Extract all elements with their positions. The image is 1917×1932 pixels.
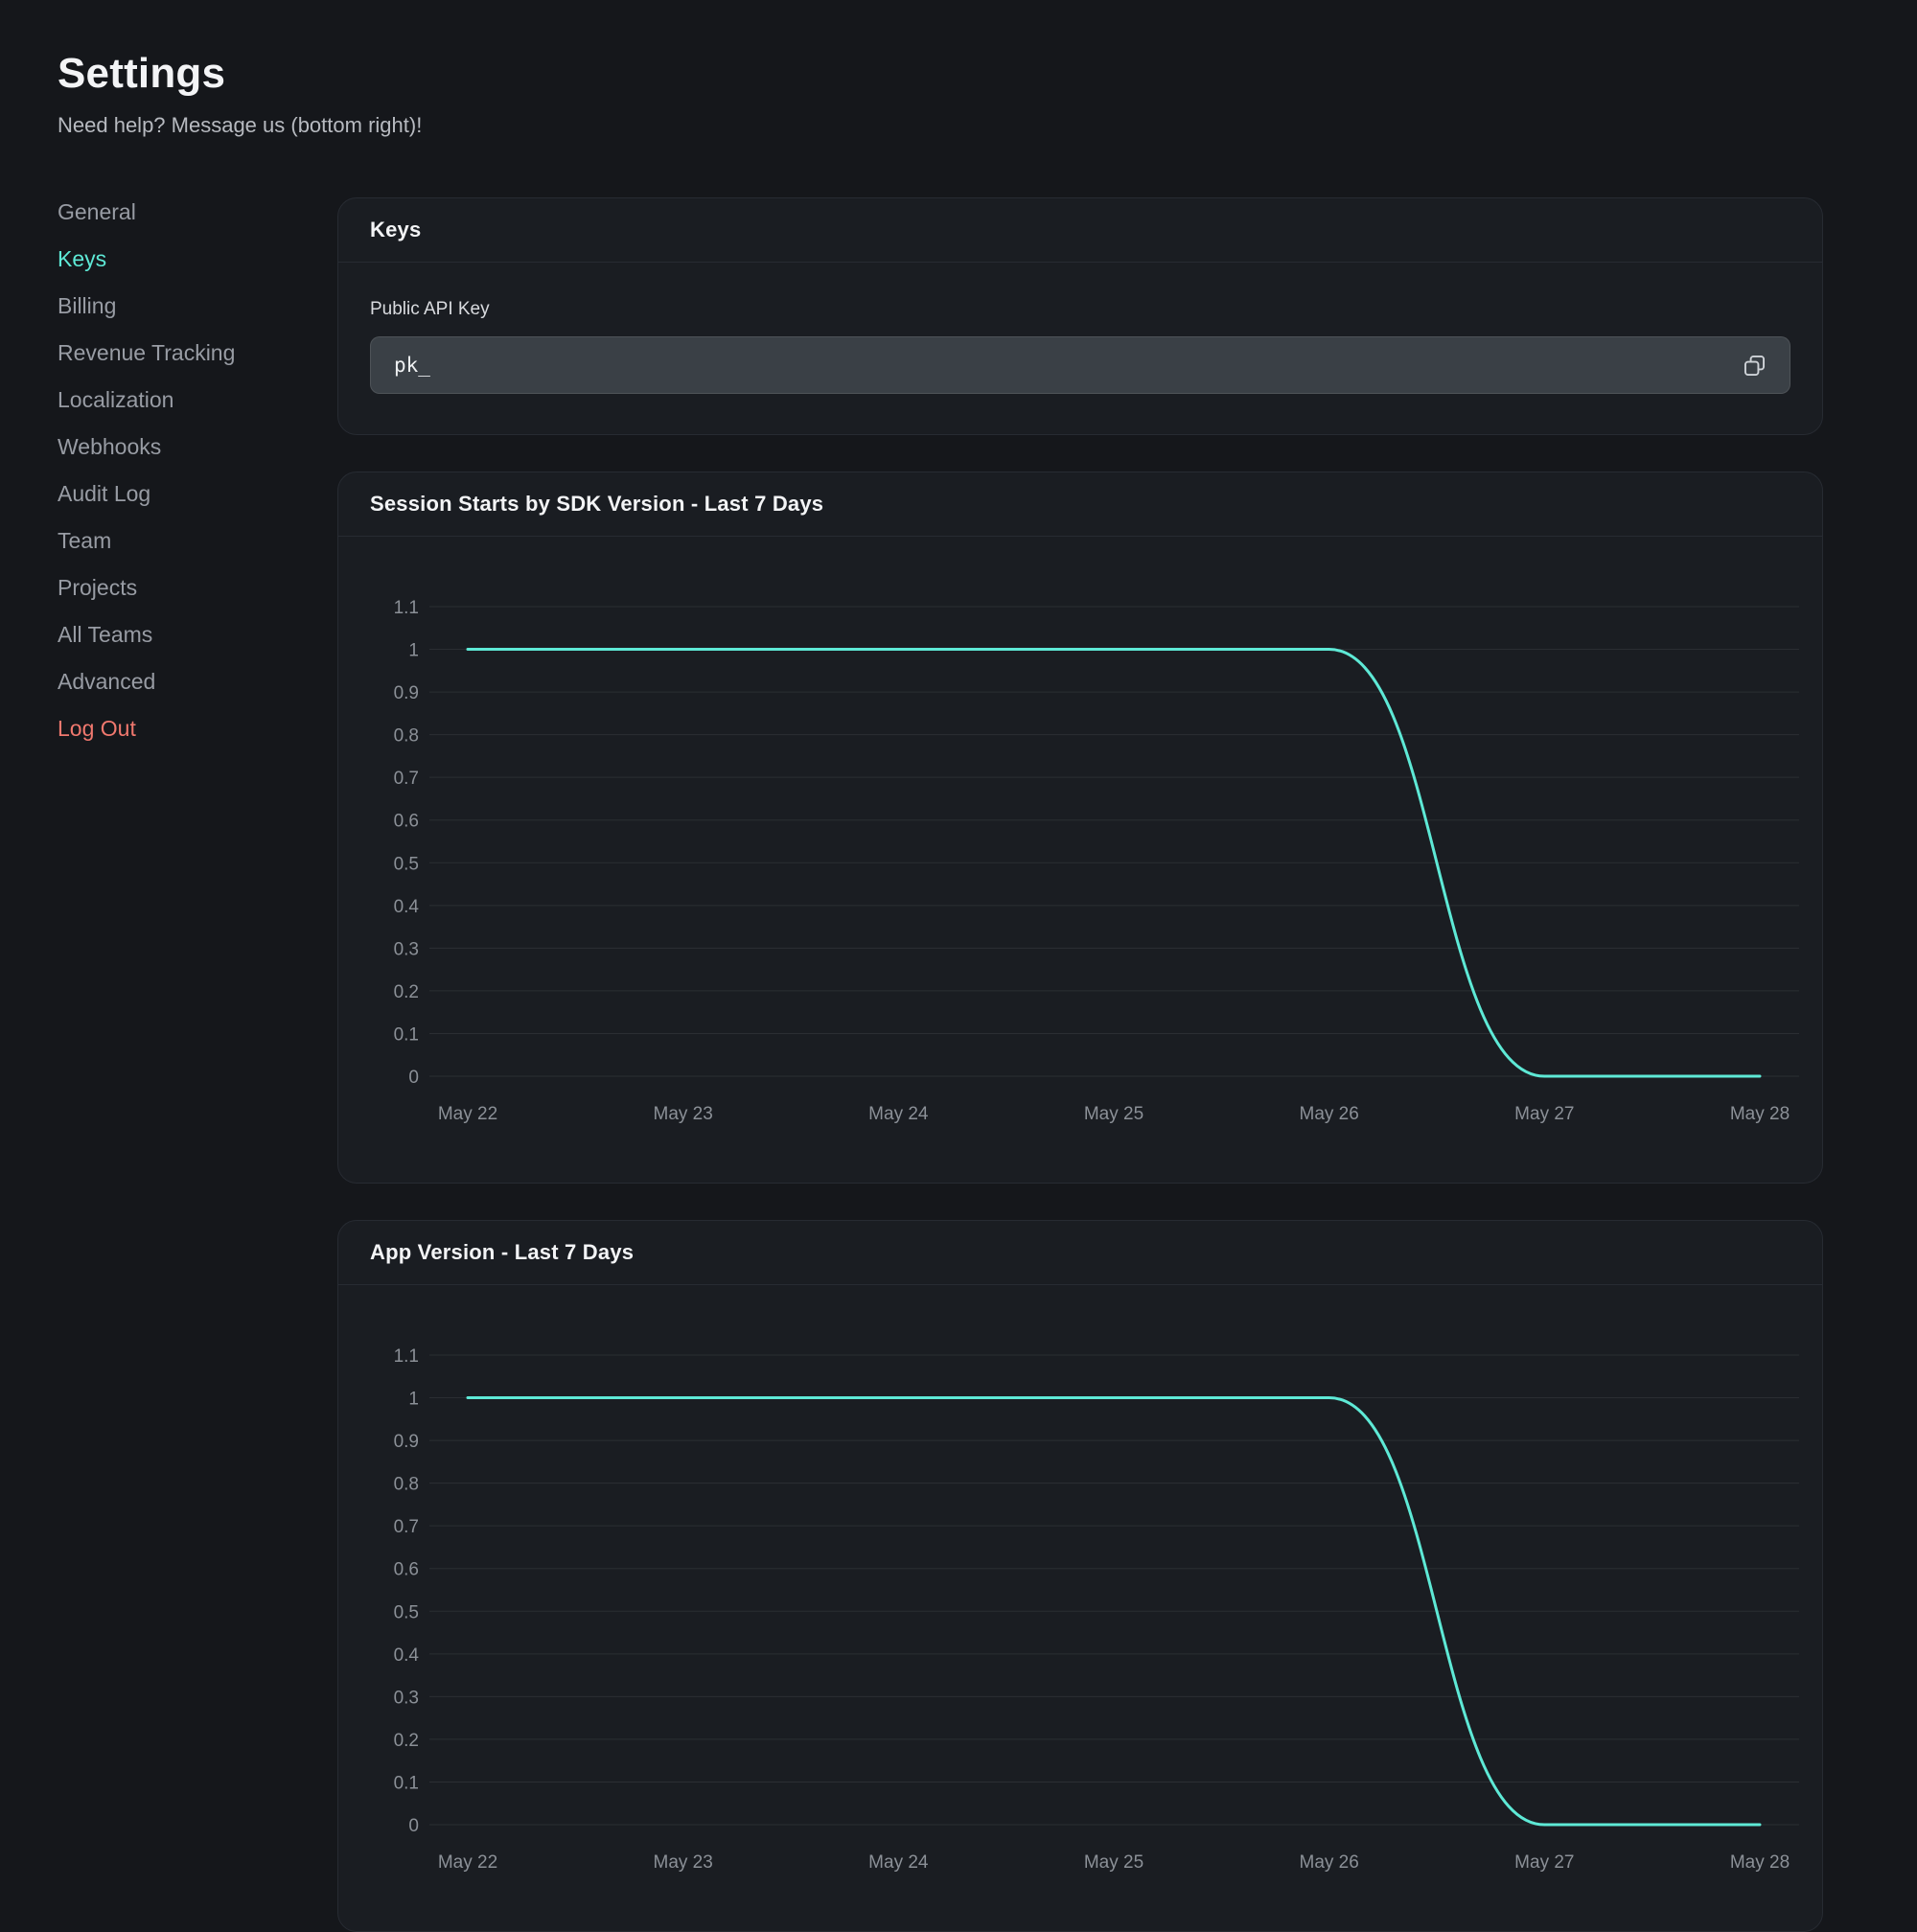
page-title: Settings <box>58 50 1823 98</box>
app-version-chart: 00.10.20.30.40.50.60.70.80.911.1May 22Ma… <box>338 1285 1823 1931</box>
y-tick-label: 1 <box>408 641 419 661</box>
y-axis-labels: 0 0.1 0.2 0.3 0.4 0.5 0.6 0.7 0.8 0.9 1 1.1 <box>394 1346 420 1836</box>
y-tick-label: 0.3 <box>394 939 419 959</box>
public-api-key-value: pk_ <box>394 354 430 377</box>
sidebar-item-advanced[interactable]: Advanced <box>58 669 337 695</box>
gridlines <box>429 607 1799 1076</box>
y-tick-label: 0.9 <box>394 683 419 703</box>
y-tick-label: 0.5 <box>394 854 419 874</box>
y-tick-label: 0.5 <box>394 1602 419 1622</box>
sidebar-item-billing[interactable]: Billing <box>58 293 337 319</box>
x-axis-labels: May 22 May 23 May 24 May 25 May 26 May 27 May … <box>438 1852 1790 1873</box>
sdk-version-chart: 00.10.20.30.40.50.60.70.80.911.1May 22Ma… <box>338 537 1823 1183</box>
sdk-version-chart-header: Session Starts by SDK Version - Last 7 D… <box>338 472 1822 537</box>
app-version-chart-title: App Version - Last 7 Days <box>370 1240 1790 1265</box>
sidebar-item-log-out[interactable]: Log Out <box>58 716 337 742</box>
page-subtitle: Need help? Message us (bottom right)! <box>58 113 1823 138</box>
x-tick-label: May 23 <box>654 1852 713 1873</box>
x-tick-label: May 23 <box>654 1104 713 1124</box>
y-tick-label: 1.1 <box>394 598 419 618</box>
y-tick-label: 1.1 <box>394 1346 419 1367</box>
sidebar-item-keys[interactable]: Keys <box>58 246 337 272</box>
y-tick-label: 0.9 <box>394 1432 419 1452</box>
keys-card-body: Public API Key pk_ <box>338 263 1822 434</box>
x-tick-label: May 26 <box>1300 1104 1359 1124</box>
settings-page: Settings Need help? Message us (bottom r… <box>0 0 1917 1932</box>
keys-card: Keys Public API Key pk_ <box>337 197 1823 435</box>
sidebar-item-audit-log[interactable]: Audit Log <box>58 481 337 507</box>
y-tick-label: 0.1 <box>394 1773 419 1793</box>
y-tick-label: 0.6 <box>394 1560 419 1580</box>
sdk-version-chart-title: Session Starts by SDK Version - Last 7 D… <box>370 492 1790 517</box>
y-tick-label: 0.4 <box>394 897 420 917</box>
y-tick-label: 0.6 <box>394 812 419 832</box>
sidebar-item-webhooks[interactable]: Webhooks <box>58 434 337 460</box>
app-version-chart-area: 00.10.20.30.40.50.60.70.80.911.1May 22Ma… <box>338 1285 1822 1931</box>
sidebar-item-all-teams[interactable]: All Teams <box>58 622 337 648</box>
app-version-chart-header: App Version - Last 7 Days <box>338 1221 1822 1285</box>
x-tick-label: May 22 <box>438 1852 497 1873</box>
y-tick-label: 0 <box>408 1068 419 1088</box>
x-tick-label: May 24 <box>868 1104 929 1124</box>
keys-card-header: Keys <box>338 198 1822 263</box>
x-tick-label: May 22 <box>438 1104 497 1124</box>
sidebar-nav: General Keys Billing Revenue Tracking Locali… <box>58 197 337 763</box>
copy-icon <box>1742 353 1767 379</box>
y-axis-labels: 0 0.1 0.2 0.3 0.4 0.5 0.6 0.7 0.8 0.9 1 1.1 <box>394 598 420 1088</box>
y-tick-label: 0.3 <box>394 1688 419 1708</box>
x-tick-label: May 26 <box>1300 1852 1359 1873</box>
y-tick-label: 0.8 <box>394 726 419 747</box>
sidebar-item-general[interactable]: General <box>58 199 337 225</box>
y-tick-label: 0.2 <box>394 1731 419 1751</box>
sdk-version-chart-area: 00.10.20.30.40.50.60.70.80.911.1May 22Ma… <box>338 537 1822 1183</box>
y-tick-label: 0.7 <box>394 1517 419 1537</box>
x-tick-label: May 27 <box>1514 1852 1574 1873</box>
sdk-version-chart-card: Session Starts by SDK Version - Last 7 D… <box>337 472 1823 1184</box>
x-tick-label: May 25 <box>1084 1104 1143 1124</box>
x-tick-label: May 25 <box>1084 1852 1143 1873</box>
x-tick-label: May 28 <box>1730 1104 1790 1124</box>
y-tick-label: 0.1 <box>394 1024 419 1045</box>
public-api-key-label: Public API Key <box>370 299 1790 320</box>
y-tick-label: 0.2 <box>394 982 419 1002</box>
sidebar-item-projects[interactable]: Projects <box>58 575 337 601</box>
y-tick-label: 1 <box>408 1390 419 1410</box>
y-tick-label: 0.8 <box>394 1475 419 1495</box>
sidebar-item-revenue-tracking[interactable]: Revenue Tracking <box>58 340 337 366</box>
x-tick-label: May 28 <box>1730 1852 1790 1873</box>
copy-button[interactable] <box>1740 351 1768 380</box>
y-tick-label: 0.4 <box>394 1645 420 1666</box>
x-tick-label: May 27 <box>1514 1104 1574 1124</box>
public-api-key-field[interactable]: pk_ <box>370 336 1790 394</box>
app-version-chart-card: App Version - Last 7 Days 00.10.20.30.40… <box>337 1220 1823 1932</box>
sidebar-item-localization[interactable]: Localization <box>58 387 337 413</box>
y-tick-label: 0.7 <box>394 769 419 789</box>
settings-layout: General Keys Billing Revenue Tracking Locali… <box>58 197 1823 1932</box>
x-tick-label: May 24 <box>868 1852 929 1873</box>
gridlines <box>429 1355 1799 1825</box>
settings-main: Keys Public API Key pk_ <box>337 197 1823 1932</box>
sidebar-item-team[interactable]: Team <box>58 528 337 554</box>
y-tick-label: 0 <box>408 1816 419 1836</box>
x-axis-labels: May 22 May 23 May 24 May 25 May 26 May 27 May … <box>438 1104 1790 1124</box>
keys-card-title: Keys <box>370 218 1790 242</box>
